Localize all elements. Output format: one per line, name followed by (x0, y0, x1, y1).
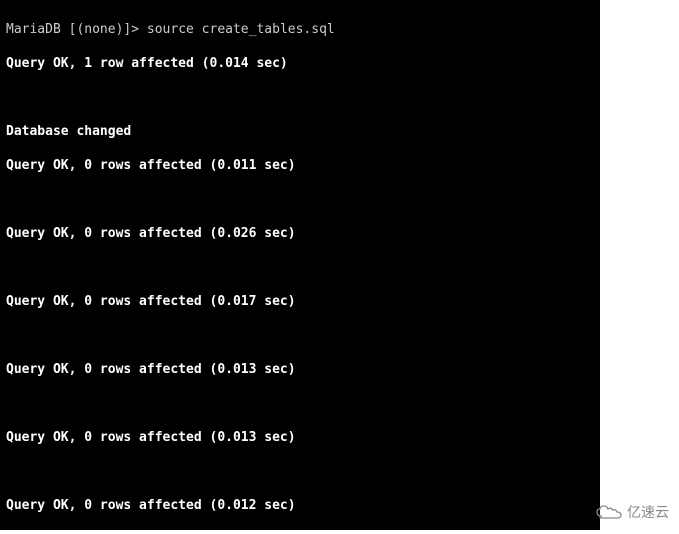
blank-line (6, 191, 594, 208)
query-result: Query OK, 0 rows affected (0.017 sec) (6, 293, 594, 310)
terminal-output[interactable]: MariaDB [(none)]> source create_tables.s… (0, 0, 600, 530)
query-result: Query OK, 0 rows affected (0.013 sec) (6, 429, 594, 446)
blank-line (6, 327, 594, 344)
query-result: Query OK, 0 rows affected (0.011 sec) (6, 157, 594, 174)
query-result: Query OK, 0 rows affected (0.026 sec) (6, 225, 594, 242)
watermark: 亿速云 (595, 502, 669, 522)
query-result: Query OK, 0 rows affected (0.013 sec) (6, 361, 594, 378)
query-result: Query OK, 1 row affected (0.014 sec) (6, 55, 594, 72)
watermark-text: 亿速云 (627, 502, 669, 522)
mariadb-prompt-line: MariaDB [(none)]> source create_tables.s… (6, 21, 594, 38)
query-result: Query OK, 0 rows affected (0.012 sec) (6, 497, 594, 514)
mariadb-prompt: MariaDB [(none)]> (6, 22, 147, 37)
database-changed: Database changed (6, 123, 594, 140)
blank-line (6, 395, 594, 412)
blank-line (6, 89, 594, 106)
sql-command: source create_tables.sql (147, 22, 335, 37)
cloud-icon (595, 504, 623, 520)
blank-line (6, 259, 594, 276)
blank-line (6, 463, 594, 480)
